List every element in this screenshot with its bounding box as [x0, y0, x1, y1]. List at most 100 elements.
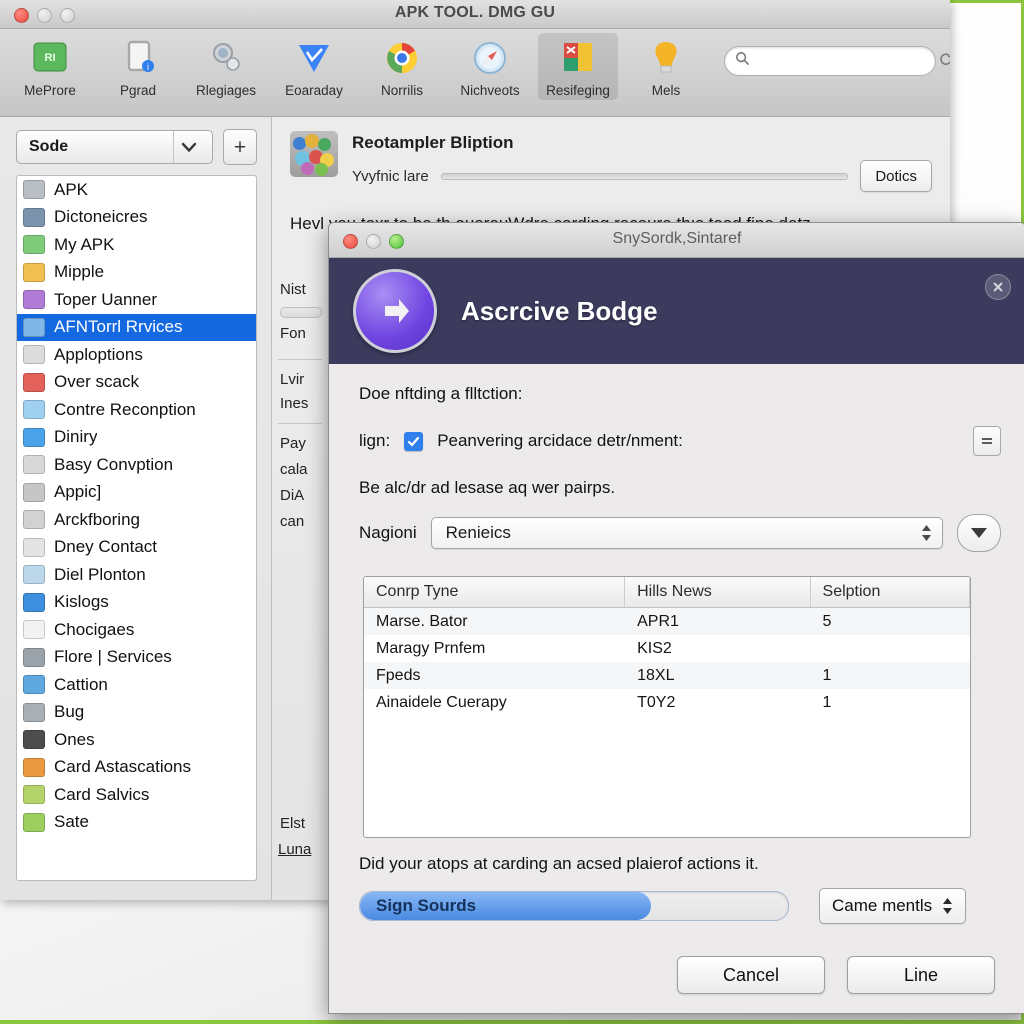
sidebar-item-label: Basy Convption	[54, 454, 174, 474]
sidebar-item[interactable]: Cattion	[17, 671, 256, 699]
sidebar-item[interactable]: Bug	[17, 699, 256, 727]
list-card-icon	[23, 537, 45, 557]
list-lines-icon[interactable]	[973, 426, 1001, 456]
mini-pill-control[interactable]	[280, 307, 322, 318]
table-cell: 5	[822, 612, 832, 630]
refresh-icon[interactable]	[938, 51, 950, 72]
add-button-label: +	[233, 135, 247, 159]
select-label: Nagioni	[359, 523, 417, 542]
download-arrow-icon	[23, 427, 45, 447]
toolbar-item-rlegiages[interactable]: Rlegiages	[186, 33, 266, 100]
sidebar-item[interactable]: Dney Contact	[17, 534, 256, 562]
toolbar-item-nichveots[interactable]: Nichveots	[450, 33, 530, 100]
sidebar: Sode + APK Dictoneicres My APK Mipple Toper …	[0, 117, 272, 900]
sidebar-list[interactable]: APK Dictoneicres My APK Mipple Toper Uanner A…	[16, 175, 257, 881]
sidebar-item[interactable]: Over scack	[17, 369, 256, 397]
dialog-note: Be alc/dr ad lesase aq wer pairps.	[359, 478, 616, 497]
dialog-instruction: Doe nftding a flltction:	[359, 384, 523, 403]
table-row[interactable]: Fpeds 18XL 1	[364, 662, 970, 689]
colored-balls-icon	[290, 131, 338, 177]
dotics-button[interactable]: Dotics	[860, 160, 932, 192]
table-cell: 1	[822, 666, 832, 684]
chevron-down-icon	[173, 131, 204, 163]
sidebar-item-label: Ones	[54, 729, 95, 749]
sidebar-item-label: Contre Reconption	[54, 399, 196, 419]
stub-label-elst: Elst	[280, 815, 306, 832]
calendar-icon	[23, 345, 45, 365]
results-table[interactable]: Conrp Tyne Hills News Selption Marse. Ba…	[363, 576, 971, 838]
table-cell: Maragy Prnfem	[376, 639, 486, 657]
sidebar-item-label: Over scack	[54, 372, 140, 392]
content-subtitle: Yvyfnic lare	[352, 167, 429, 185]
sidebar-item[interactable]: Dictoneicres	[17, 204, 256, 232]
grey-panel-icon	[23, 510, 45, 530]
table-cell: APR1	[637, 612, 679, 630]
close-x-icon[interactable]	[985, 274, 1011, 300]
toolbar-item-meprore[interactable]: RI MeProre	[10, 33, 90, 100]
sidebar-item-label: Dney Contact	[54, 537, 157, 557]
toolbar-item-label: Nichveots	[460, 83, 520, 98]
toolbar-item-label: Resifeging	[546, 83, 610, 98]
sidebar-item-label: Card Astascations	[54, 757, 192, 777]
toolbar-item-norrilis[interactable]: Norrilis	[362, 33, 442, 100]
sidebar-item-label: Card Salvics	[54, 784, 150, 804]
sidebar-item-label: Arckfboring	[54, 509, 140, 529]
sidebar-item[interactable]: Sate	[17, 809, 256, 837]
sidebar-item[interactable]: Mipple	[17, 259, 256, 287]
region-select[interactable]: Renieics	[430, 517, 943, 549]
stub-label-luna: Luna	[278, 841, 312, 858]
magnifier-icon	[205, 36, 247, 80]
sidebar-item[interactable]: Card Astascations	[17, 754, 256, 782]
confirm-button[interactable]: Line	[847, 956, 995, 994]
sidebar-header: Sode +	[16, 129, 257, 165]
table-row[interactable]: Marse. Bator APR1 5	[364, 608, 970, 635]
cancel-button[interactable]: Cancel	[677, 956, 825, 994]
sidebar-item[interactable]: Card Salvics	[17, 781, 256, 809]
purple-arrow-circle-icon	[353, 269, 437, 353]
up-down-arrows-icon	[921, 525, 932, 541]
divider	[278, 359, 322, 360]
sidebar-item[interactable]: My APK	[17, 231, 256, 259]
sidebar-item-label: APK	[54, 179, 89, 199]
search-input[interactable]	[750, 53, 938, 69]
sidebar-item[interactable]: Diniry	[17, 424, 256, 452]
toolbar-item-pgrad[interactable]: i Pgrad	[98, 33, 178, 100]
add-source-button[interactable]: +	[223, 129, 257, 165]
toolbar-item-label: Norrilis	[381, 83, 423, 98]
sidebar-item[interactable]: Appic]	[17, 479, 256, 507]
enable-checkbox[interactable]	[404, 431, 424, 451]
triangle-down-icon[interactable]	[957, 514, 1001, 552]
chrome-browser-icon	[381, 36, 423, 80]
sidebar-item[interactable]: Contre Reconption	[17, 396, 256, 424]
sidebar-item[interactable]: Toper Uanner	[17, 286, 256, 314]
table-row[interactable]: Ainaidele Cuerapy T0Y2 1	[364, 689, 970, 716]
sidebar-item[interactable]: Diel Plonton	[17, 561, 256, 589]
toolbar-item-mels[interactable]: Mels	[626, 33, 706, 100]
sidebar-item[interactable]: Ones	[17, 726, 256, 754]
toolbar: RI MeProre i Pgrad Rlegiages Eoaraday No…	[0, 29, 950, 117]
sidebar-item[interactable]: APK	[17, 176, 256, 204]
sidebar-item-label: Appic]	[54, 482, 102, 502]
sidebar-item[interactable]: AFNTorrl Rrvices	[17, 313, 256, 341]
sidebar-item[interactable]: Basy Convption	[17, 451, 256, 479]
source-select[interactable]: Sode	[16, 130, 213, 164]
dialog-buttons: Cancel Line	[359, 956, 1001, 994]
toolbar-item-resifeging[interactable]: Resifeging	[538, 33, 618, 100]
sidebar-item-label: Diniry	[54, 427, 98, 447]
contacts-icon	[23, 207, 45, 227]
search-box[interactable]	[724, 46, 950, 76]
toolbar-item-eoaraday[interactable]: Eoaraday	[274, 33, 354, 100]
green-app-icon: RI	[29, 36, 71, 80]
screen-edge-bottom	[0, 1020, 1024, 1024]
progress-bar[interactable]: Sign Sourds	[359, 891, 789, 921]
sidebar-item[interactable]: Apploptions	[17, 341, 256, 369]
sidebar-item[interactable]: Kislogs	[17, 589, 256, 617]
people-icon	[23, 785, 45, 805]
count-stepper[interactable]: Came mentls	[819, 888, 967, 924]
footer-note: Did your atops at carding an acsed plaie…	[359, 854, 759, 873]
sidebar-item[interactable]: Flore | Services	[17, 644, 256, 672]
table-row[interactable]: Maragy Prnfem KIS2	[364, 635, 970, 662]
progress-track[interactable]	[440, 172, 849, 180]
sidebar-item[interactable]: Chocigaes	[17, 616, 256, 644]
sidebar-item[interactable]: Arckfboring	[17, 506, 256, 534]
